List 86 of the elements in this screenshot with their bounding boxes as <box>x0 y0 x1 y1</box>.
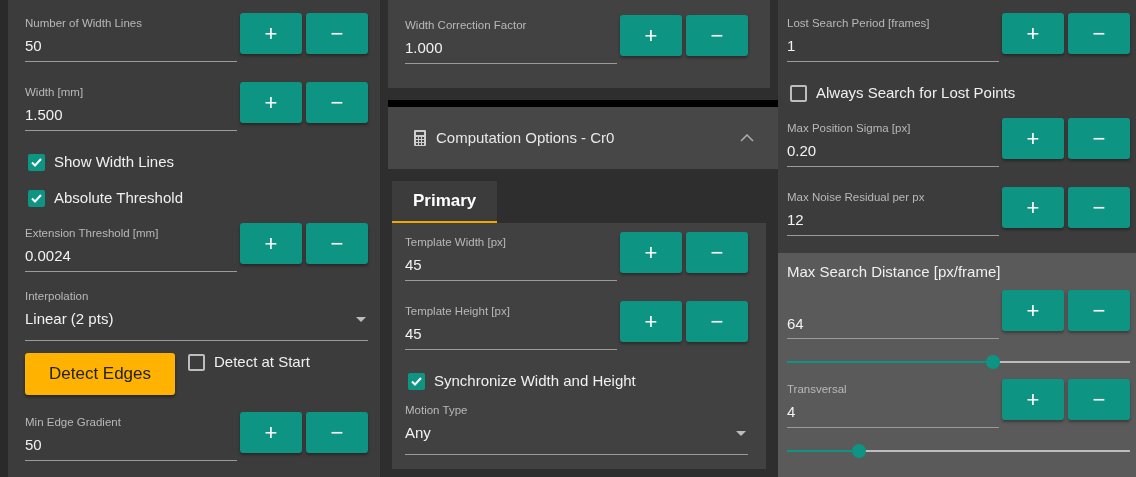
decrement-button[interactable]: − <box>1068 13 1130 54</box>
field-label: Template Height [px] <box>405 304 511 318</box>
decrement-button[interactable]: − <box>686 232 748 273</box>
field-value: 0.20 <box>787 141 817 161</box>
dropdown-caret-icon <box>736 431 746 436</box>
decrement-button[interactable]: − <box>1068 118 1130 159</box>
increment-button[interactable]: + <box>240 82 302 123</box>
checkbox-label: Show Width Lines <box>54 151 175 172</box>
increment-button[interactable]: + <box>1002 187 1064 228</box>
checkbox-label: Absolute Threshold <box>54 187 183 208</box>
number-field[interactable]: Lost Search Period [frames] 1 <box>787 6 999 62</box>
field-value: 64 <box>787 314 804 334</box>
slider-thumb[interactable] <box>852 444 866 458</box>
field-label: Lost Search Period [frames] <box>787 16 931 30</box>
field-label: Number of Width Lines <box>25 16 143 30</box>
number-field[interactable]: Max Noise Residual per px 12 <box>787 180 999 236</box>
increment-button[interactable]: + <box>240 13 302 54</box>
field-label: Width Correction Factor <box>405 18 528 32</box>
decrement-button[interactable]: − <box>1068 290 1130 331</box>
increment-button[interactable]: + <box>620 301 682 342</box>
number-field[interactable]: Template Width [px] 45 <box>405 225 617 281</box>
group-title: Max Search Distance [px/frame] <box>787 262 1002 282</box>
field-value: 0.0024 <box>25 246 71 266</box>
field-value: 4 <box>787 402 796 422</box>
detect-edges-button[interactable]: Detect Edges <box>25 353 175 395</box>
number-field[interactable]: Min Edge Gradient 50 <box>25 405 237 461</box>
increment-button[interactable]: + <box>1002 13 1064 54</box>
decrement-button[interactable]: − <box>306 223 368 264</box>
increment-button[interactable]: + <box>1002 290 1064 331</box>
field-value: 45 <box>405 324 422 344</box>
number-field[interactable]: Width [mm] 1.500 <box>25 75 237 131</box>
checkbox[interactable] <box>28 189 45 207</box>
decrement-button[interactable]: − <box>686 301 748 342</box>
chevron-up-icon <box>740 134 754 142</box>
field-value: Linear (2 pts) <box>25 309 114 329</box>
checkbox[interactable] <box>408 372 425 390</box>
increment-button[interactable]: + <box>1002 379 1064 420</box>
number-field[interactable]: Transversal 4 <box>787 372 999 428</box>
decrement-button[interactable]: − <box>1068 187 1130 228</box>
decrement-button[interactable]: − <box>306 82 368 123</box>
field-value: 1.000 <box>405 38 443 58</box>
number-field[interactable]: Template Height [px] 45 <box>405 294 617 350</box>
field-label: Min Edge Gradient <box>25 415 122 429</box>
field-value: Any <box>405 423 431 443</box>
number-field[interactable]: Width Correction Factor 1.000 <box>405 8 617 64</box>
decrement-button[interactable]: − <box>686 15 748 56</box>
increment-button[interactable]: + <box>620 15 682 56</box>
slider-thumb[interactable] <box>985 355 1000 369</box>
increment-button[interactable]: + <box>240 223 302 264</box>
dropdown-caret-icon <box>356 317 366 322</box>
field-label: Motion Type <box>405 403 469 417</box>
tab[interactable]: Primary <box>392 181 498 223</box>
section-header[interactable]: Computation Options - Cr0 <box>388 107 778 169</box>
checkbox-label: Synchronize Width and Height <box>434 370 636 391</box>
field-value: 50 <box>25 435 42 455</box>
field-value: 12 <box>787 210 804 230</box>
calculator-icon <box>414 130 426 146</box>
dropdown-field[interactable]: Interpolation Linear (2 pts) <box>25 289 368 341</box>
field-value: 1.500 <box>25 105 63 125</box>
field-label: Transversal <box>787 382 848 396</box>
field-label: Extension Threshold [mm] <box>25 226 160 240</box>
checkbox-label: Detect at Start <box>214 352 310 372</box>
dropdown-field[interactable]: Motion Type Any <box>405 403 748 455</box>
field-value: 45 <box>405 255 422 275</box>
section-title: Computation Options - Cr0 <box>436 127 616 148</box>
checkbox-label: Always Search for Lost Points <box>816 82 1016 103</box>
checkbox[interactable] <box>790 84 807 102</box>
increment-button[interactable]: + <box>240 412 302 453</box>
field-label: Width [mm] <box>25 85 85 99</box>
increment-button[interactable]: + <box>1002 118 1064 159</box>
checkbox[interactable] <box>28 153 45 171</box>
field-value: 1 <box>787 36 796 56</box>
number-field[interactable]: 64 <box>787 283 999 339</box>
decrement-button[interactable]: − <box>306 13 368 54</box>
field-label: Max Noise Residual per px <box>787 190 926 204</box>
field-label: Max Position Sigma [px] <box>787 121 912 135</box>
number-field[interactable]: Extension Threshold [mm] 0.0024 <box>25 216 237 272</box>
checkbox[interactable] <box>188 353 205 371</box>
decrement-button[interactable]: − <box>1068 379 1130 420</box>
increment-button[interactable]: + <box>620 232 682 273</box>
field-value: 50 <box>25 36 42 56</box>
number-field[interactable]: Number of Width Lines 50 <box>25 6 237 62</box>
field-label: Template Width [px] <box>405 235 507 249</box>
number-field[interactable]: Max Position Sigma [px] 0.20 <box>787 111 999 167</box>
decrement-button[interactable]: − <box>306 412 368 453</box>
field-label: Interpolation <box>25 289 90 303</box>
